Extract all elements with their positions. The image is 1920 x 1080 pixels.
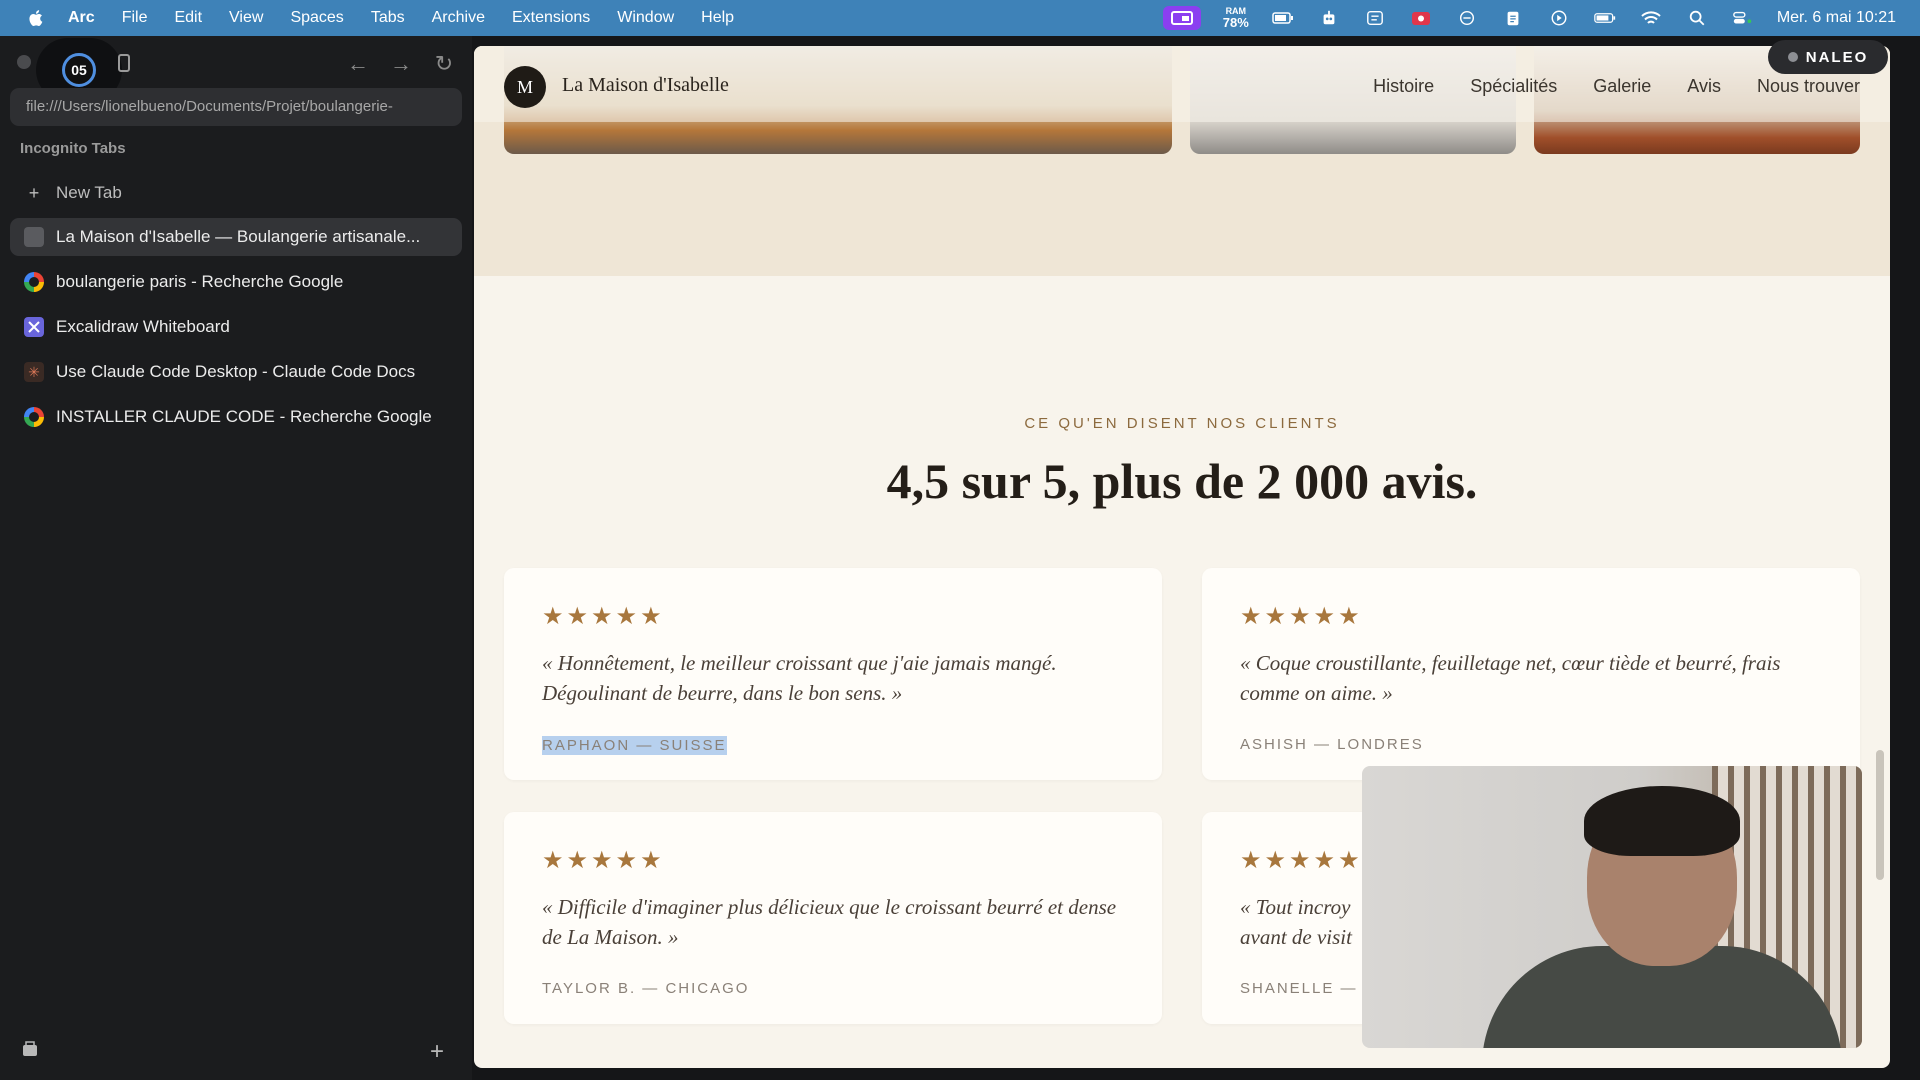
nav-link-avis[interactable]: Avis	[1687, 76, 1721, 97]
rating-stars: ★★★★★	[1240, 604, 1363, 630]
reviews-eyebrow: CE QU'EN DISENT NOS CLIENTS	[1024, 415, 1340, 432]
rating-stars: ★★★★★	[1240, 848, 1363, 874]
tab-label: INSTALLER CLAUDE CODE - Recherche Google	[56, 407, 432, 426]
back-arrow-icon[interactable]: ←	[344, 50, 372, 78]
rating-stars: ★★★★★	[542, 604, 665, 630]
menu-tabs[interactable]: Tabs	[371, 9, 405, 27]
sidebar-toggle-icon[interactable]	[118, 54, 130, 72]
translate-icon[interactable]	[1363, 8, 1387, 28]
menu-extensions[interactable]: Extensions	[512, 9, 590, 27]
site-logo[interactable]: M	[504, 66, 546, 108]
reviews-headline: 4,5 sur 5, plus de 2 000 avis.	[886, 453, 1478, 509]
review-quote: « Difficile d'imaginer plus délicieux qu…	[542, 895, 1117, 949]
status-dot-icon	[1787, 52, 1798, 62]
sidebar-tab-installer-claude-code[interactable]: INSTALLER CLAUDE CODE - Recherche Google	[10, 398, 462, 436]
bot-icon[interactable]	[1317, 8, 1341, 28]
spotlight-search-icon[interactable]	[1685, 8, 1709, 28]
sync-icon[interactable]	[1455, 8, 1479, 28]
google-icon	[24, 407, 44, 427]
apple-icon[interactable]	[26, 8, 46, 28]
forward-arrow-icon[interactable]: →	[387, 50, 415, 78]
review-quote: « Coque croustillante, feuilletage net, …	[1240, 651, 1781, 705]
webcam-overlay	[1362, 766, 1862, 1048]
arc-sidebar: 05 ← → ↻ file:///Users/lionelbueno/Docum…	[0, 36, 472, 1080]
review-card: ★★★★★ « Coque croustillante, feuilletage…	[1202, 568, 1860, 780]
nav-link-galerie[interactable]: Galerie	[1593, 76, 1651, 97]
rating-stars: ★★★★★	[542, 848, 665, 874]
tab-label: Use Claude Code Desktop - Claude Code Do…	[56, 362, 416, 381]
menu-edit[interactable]: Edit	[174, 9, 202, 27]
control-center-icon[interactable]	[1731, 8, 1755, 28]
archive-icon[interactable]	[20, 1038, 40, 1066]
page-scrollbar[interactable]	[1876, 750, 1884, 880]
review-card: ★★★★★ « Difficile d'imaginer plus délici…	[504, 812, 1162, 1024]
naleo-badge: NALEO	[1768, 40, 1888, 74]
menu-spaces[interactable]: Spaces	[290, 9, 343, 27]
status-area: RAM 78% Mer. 6 mai 10:21	[1162, 0, 1896, 36]
menu-archive[interactable]: Archive	[432, 9, 485, 27]
nav-link-nous-trouver[interactable]: Nous trouver	[1757, 76, 1860, 97]
page-icon	[24, 227, 44, 247]
review-quote: « Honnêtement, le meilleur croissant que…	[542, 651, 1057, 705]
battery-charging-icon[interactable]	[1271, 8, 1295, 28]
window-close-button[interactable]	[17, 55, 31, 69]
ram-monitor[interactable]: RAM 78%	[1222, 7, 1249, 30]
macos-menu-bar: Arc File Edit View Spaces Tabs Archive E…	[0, 0, 1920, 36]
site-name[interactable]: La Maison d'Isabelle	[562, 74, 729, 97]
review-author: TAYLOR B. — CHICAGO	[542, 980, 750, 997]
review-card: ★★★★★ « Honnêtement, le meilleur croissa…	[504, 568, 1162, 780]
reload-icon[interactable]: ↻	[430, 50, 458, 78]
menu-file[interactable]: File	[122, 9, 148, 27]
new-tab-label: New Tab	[56, 183, 122, 202]
plus-icon: +	[28, 182, 40, 203]
menu-view[interactable]: View	[229, 9, 263, 27]
incognito-tabs-label: Incognito Tabs	[20, 140, 126, 157]
tab-label: boulangerie paris - Recherche Google	[56, 272, 344, 291]
play-icon[interactable]	[1547, 8, 1571, 28]
sidebar-tab-maison-isabelle[interactable]: La Maison d'Isabelle — Boulangerie artis…	[10, 218, 462, 256]
sidebar-tab-boulangerie-search[interactable]: boulangerie paris - Recherche Google	[10, 263, 462, 301]
site-nav: Histoire Spécialités Galerie Avis Nous t…	[1373, 76, 1860, 97]
recording-app-icon[interactable]	[1409, 8, 1433, 28]
tab-label: La Maison d'Isabelle — Boulangerie artis…	[56, 227, 421, 246]
naleo-badge-label: NALEO	[1805, 48, 1869, 66]
new-tab-button[interactable]: + New Tab	[10, 174, 462, 212]
clipboard-icon[interactable]	[1501, 8, 1525, 28]
recording-counter: 05	[62, 53, 96, 87]
sidebar-tab-excalidraw[interactable]: Excalidraw Whiteboard	[10, 308, 462, 346]
review-author: ASHISH — LONDRES	[1240, 736, 1424, 753]
address-bar[interactable]: file:///Users/lionelbueno/Documents/Proj…	[10, 88, 462, 126]
nav-link-histoire[interactable]: Histoire	[1373, 76, 1434, 97]
review-author: SHANELLE —	[1240, 980, 1358, 997]
battery-icon[interactable]	[1593, 8, 1617, 28]
tab-label: Excalidraw Whiteboard	[56, 317, 230, 336]
menu-clock[interactable]: Mer. 6 mai 10:21	[1777, 9, 1896, 27]
claude-icon: ✳	[24, 362, 44, 382]
screen-recorder-icon[interactable]	[1162, 6, 1201, 30]
review-author: RAPHAON — SUISSE	[542, 736, 727, 755]
menu-help[interactable]: Help	[701, 9, 734, 27]
wifi-icon[interactable]	[1639, 8, 1663, 28]
excalidraw-icon	[24, 317, 44, 337]
webcam-person-hair	[1584, 786, 1740, 856]
ram-value: 78%	[1222, 15, 1249, 30]
site-header: M La Maison d'Isabelle Histoire Spéciali…	[474, 46, 1890, 122]
menu-window[interactable]: Window	[617, 9, 674, 27]
sidebar-tab-claude-code-docs[interactable]: ✳ Use Claude Code Desktop - Claude Code …	[10, 353, 462, 391]
nav-link-specialites[interactable]: Spécialités	[1470, 76, 1557, 97]
google-icon	[24, 272, 44, 292]
new-space-plus-icon[interactable]: +	[430, 1038, 444, 1066]
menu-app-name[interactable]: Arc	[68, 9, 95, 27]
